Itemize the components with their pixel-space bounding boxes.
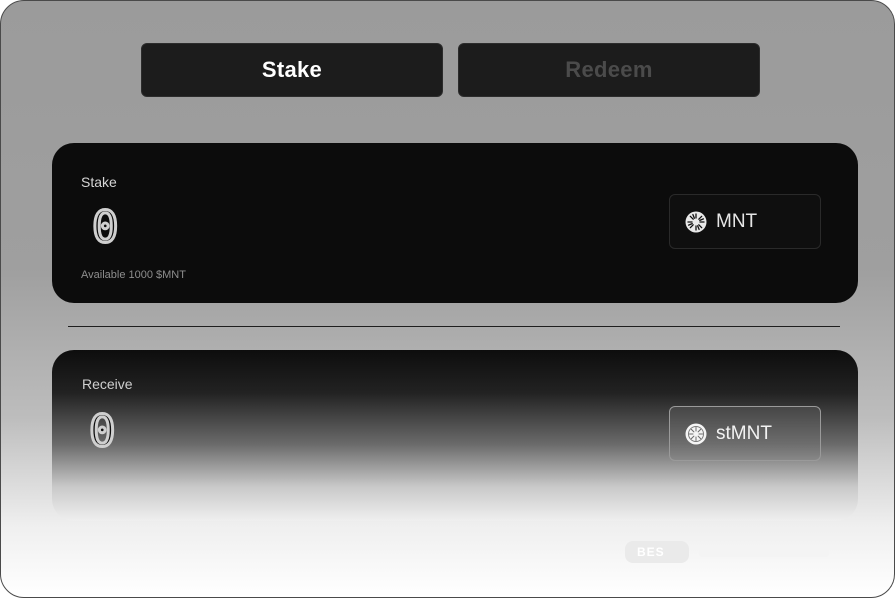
tab-redeem[interactable]: Redeem <box>458 43 760 97</box>
divider <box>68 326 840 327</box>
receive-amount: 0 <box>88 406 117 457</box>
stake-panel: Stake Redeem Stake 0 Available 1000 $MNT <box>0 0 895 598</box>
receive-token-label: stMNT <box>716 422 772 444</box>
stake-amount-input[interactable]: 0 <box>91 204 120 251</box>
receive-label: Receive <box>82 376 133 392</box>
tab-stake[interactable]: Stake <box>141 43 443 97</box>
mantle-icon <box>685 211 707 233</box>
stmnt-icon <box>685 423 707 445</box>
receive-card: Receive 0 stMNT <box>52 350 858 521</box>
stake-token-selector[interactable]: MNT <box>669 194 821 249</box>
best-rate-badge: BES <box>625 541 689 563</box>
receive-token-selector[interactable]: stMNT <box>669 406 821 461</box>
available-balance: Available 1000 $MNT <box>81 269 186 281</box>
stake-label: Stake <box>81 174 117 190</box>
stake-token-label: MNT <box>716 210 758 232</box>
stake-card: Stake 0 Available 1000 $MNT MNT <box>52 143 858 303</box>
faded-rate-text <box>699 547 829 557</box>
